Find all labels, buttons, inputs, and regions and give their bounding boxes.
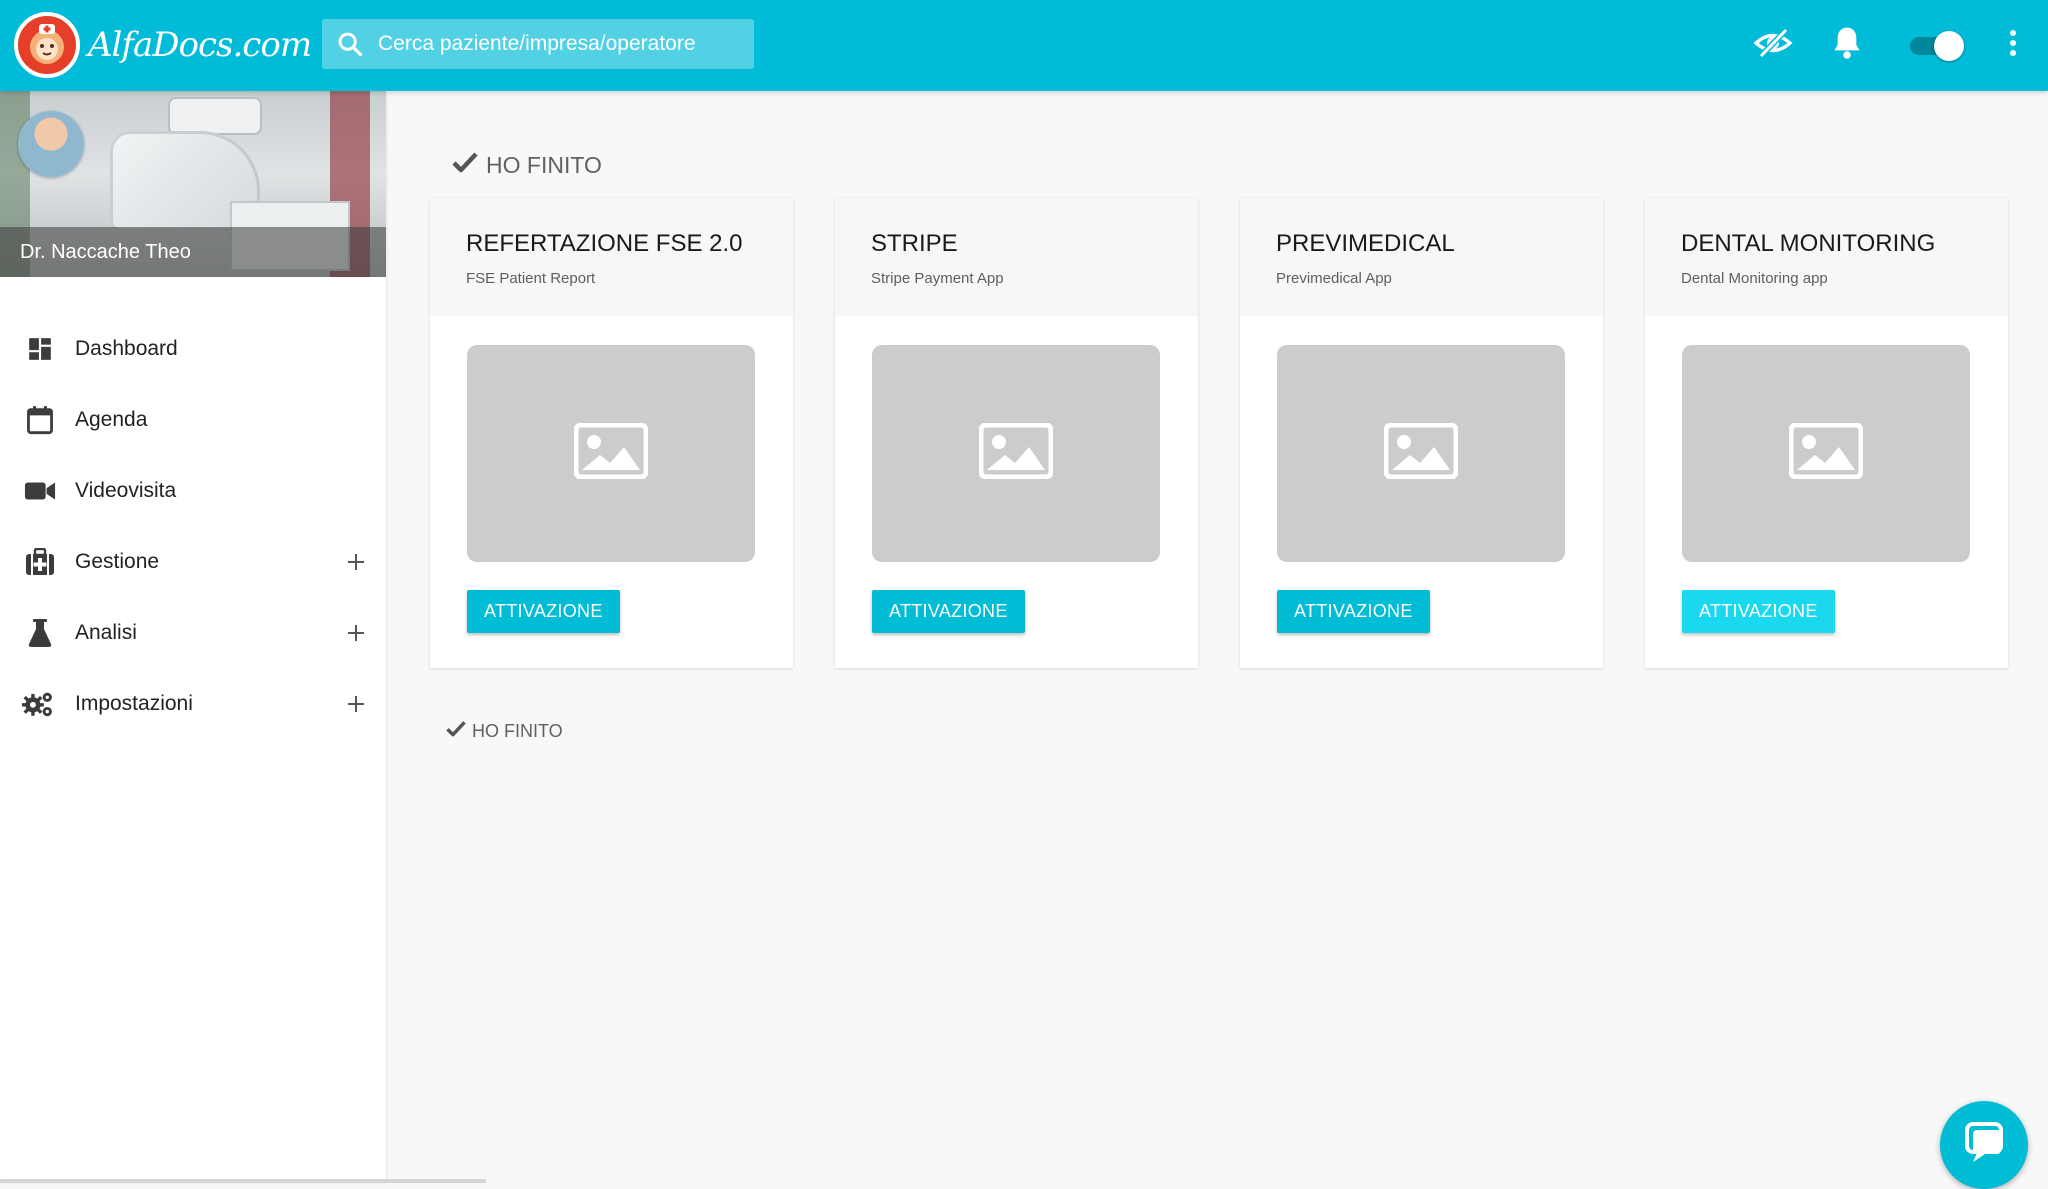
app-card-stripe: STRIPE Stripe Payment App ATTIVAZIONE (835, 198, 1198, 668)
section-header: HO FINITO (452, 151, 602, 179)
search-icon[interactable] (322, 19, 378, 69)
search-input[interactable] (378, 20, 738, 68)
activate-button[interactable]: ATTIVAZIONE (1277, 590, 1430, 633)
sidebar-item-agenda[interactable]: Agenda (0, 384, 386, 455)
card-subtitle: Dental Monitoring app (1681, 270, 1828, 287)
card-subtitle: FSE Patient Report (466, 270, 596, 287)
sidebar-item-label: Dashboard (75, 336, 178, 360)
more-vert-icon (2008, 28, 2018, 63)
profile-name-bar: Dr. Naccache Theo (0, 227, 386, 277)
sidebar: Dr. Naccache Theo Dashboard Agenda Video… (0, 91, 486, 1183)
image-placeholder-icon (1383, 422, 1459, 484)
card-header: PREVIMEDICAL Previmedical App (1240, 198, 1603, 316)
app-card-refertazione: REFERTAZIONE FSE 2.0 FSE Patient Report … (430, 198, 793, 668)
chat-button[interactable] (1940, 1101, 2028, 1189)
section-footer: HO FINITO (446, 720, 563, 742)
mode-toggle-switch[interactable] (1906, 27, 1964, 63)
activate-button[interactable]: ATTIVAZIONE (1682, 590, 1835, 633)
chat-bubble-icon (1961, 1120, 2007, 1171)
image-placeholder-icon (1788, 422, 1864, 484)
card-header: REFERTAZIONE FSE 2.0 FSE Patient Report (430, 198, 793, 316)
activate-button[interactable]: ATTIVAZIONE (467, 590, 620, 633)
section-title: HO FINITO (486, 151, 602, 178)
card-title: PREVIMEDICAL (1276, 230, 1455, 257)
profile-name: Dr. Naccache Theo (20, 240, 191, 263)
card-header: DENTAL MONITORING Dental Monitoring app (1645, 198, 2008, 316)
plus-icon[interactable] (344, 550, 368, 574)
card-image (1277, 345, 1565, 562)
flask-icon (24, 618, 56, 648)
sidebar-item-impostazioni[interactable]: Impostazioni (0, 668, 386, 739)
top-app-bar: AlfaDocs.com (0, 0, 2048, 91)
notifications-button[interactable] (1822, 20, 1872, 70)
search-box[interactable] (322, 19, 754, 69)
logo-wordmark: AlfaDocs.com (88, 25, 312, 65)
sidebar-item-label: Gestione (75, 549, 160, 573)
card-image (467, 345, 755, 562)
app-logo[interactable]: AlfaDocs.com (14, 10, 312, 80)
card-title: STRIPE (871, 230, 958, 257)
sidebar-item-label: Impostazioni (75, 691, 193, 715)
eye-slash-icon (1753, 26, 1793, 65)
activate-button[interactable]: ATTIVAZIONE (872, 590, 1025, 633)
image-placeholder-icon (978, 422, 1054, 484)
sidebar-item-label: Videovisita (75, 478, 177, 502)
more-options-button[interactable] (1988, 20, 2038, 70)
sidebar-nav: Dashboard Agenda Videovisita Gestione An… (0, 313, 386, 739)
sidebar-item-label: Agenda (75, 407, 148, 431)
check-icon (452, 151, 478, 179)
app-card-dental-monitoring: DENTAL MONITORING Dental Monitoring app … (1645, 198, 2008, 668)
bell-icon (1831, 25, 1863, 66)
card-subtitle: Previmedical App (1276, 270, 1392, 287)
video-camera-icon (24, 476, 56, 506)
toggle-knob (1934, 31, 1964, 61)
card-subtitle: Stripe Payment App (871, 270, 1004, 287)
sidebar-item-label: Analisi (75, 620, 137, 644)
profile-header[interactable]: Dr. Naccache Theo (0, 91, 386, 277)
card-image (872, 345, 1160, 562)
sidebar-item-videovisita[interactable]: Videovisita (0, 455, 386, 526)
check-icon (446, 720, 466, 742)
medkit-icon (24, 547, 56, 577)
sidebar-item-gestione[interactable]: Gestione (0, 526, 386, 597)
plus-icon[interactable] (344, 692, 368, 716)
card-title: DENTAL MONITORING (1681, 230, 1936, 257)
lion-logo-icon (14, 12, 80, 78)
calendar-icon (24, 405, 56, 435)
section-footer-title: HO FINITO (472, 720, 563, 741)
plus-icon[interactable] (344, 621, 368, 645)
app-card-previmedical: PREVIMEDICAL Previmedical App ATTIVAZION… (1240, 198, 1603, 668)
card-image (1682, 345, 1970, 562)
avatar[interactable] (18, 111, 84, 177)
card-header: STRIPE Stripe Payment App (835, 198, 1198, 316)
image-placeholder-icon (573, 422, 649, 484)
main-content: HO FINITO REFERTAZIONE FSE 2.0 FSE Patie… (386, 91, 2048, 1183)
sidebar-item-analisi[interactable]: Analisi (0, 597, 386, 668)
card-title: REFERTAZIONE FSE 2.0 (466, 230, 743, 257)
dashboard-icon (24, 334, 56, 364)
gears-icon (22, 689, 54, 719)
privacy-toggle-button[interactable] (1748, 20, 1798, 70)
sidebar-item-dashboard[interactable]: Dashboard (0, 313, 386, 384)
background-lamp-shape (170, 99, 260, 133)
